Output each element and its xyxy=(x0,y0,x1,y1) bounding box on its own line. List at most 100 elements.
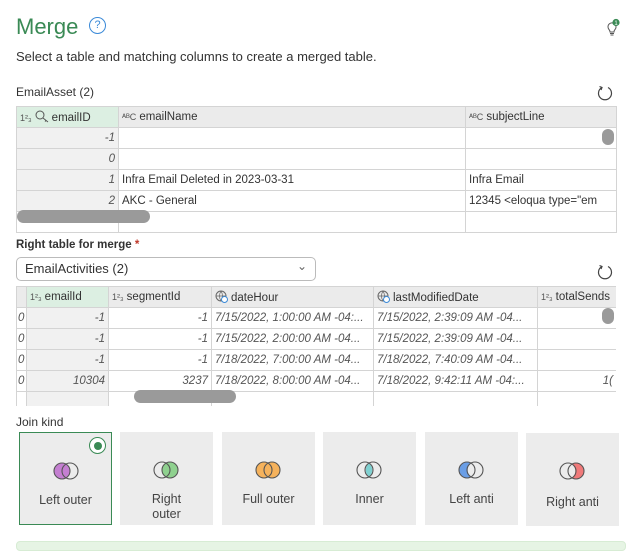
column-name: emailID xyxy=(51,112,91,124)
table-cell: -1 xyxy=(108,349,212,371)
table-row: 1 Infra Email Deleted in 2023-03-31 Infra … xyxy=(16,169,617,191)
right-table-preview: 1²₃ emailId 1²₃ segmentId dateHour lastModifi… xyxy=(16,286,616,406)
table-cell: 10304 xyxy=(26,370,109,392)
table-cell: 1 xyxy=(16,169,119,191)
table-cell: 7/15/2022, 2:39:09 AM -04... xyxy=(373,307,538,329)
column-header-emailID[interactable]: 1²₃ emailID xyxy=(16,106,119,128)
join-option-full-outer[interactable]: Full outer xyxy=(222,432,315,525)
table-cell: -1 xyxy=(108,307,212,329)
column-header-subjectLine[interactable]: ᴬᴮC subjectLine xyxy=(465,106,617,128)
help-icon[interactable]: ? xyxy=(89,17,106,34)
text-type-icon: ᴬᴮC xyxy=(469,112,484,122)
table-cell: 0 xyxy=(16,307,27,329)
row-header-cell xyxy=(16,286,27,308)
column-name: totalSends xyxy=(555,291,611,303)
table-cell: 7/15/2022, 2:00:00 AM -04... xyxy=(211,328,374,350)
join-option-left-outer[interactable]: Left outer xyxy=(19,432,112,525)
join-option-right-anti[interactable]: Right anti xyxy=(526,433,619,526)
table-cell: AKC - General xyxy=(118,190,466,212)
table-cell xyxy=(465,127,617,149)
table-cell xyxy=(537,391,616,406)
table-cell xyxy=(465,211,617,233)
number-type-icon: 1²₃ xyxy=(112,292,124,302)
table-cell: 0 xyxy=(16,349,27,371)
table-cell: 7/15/2022, 1:00:00 AM -04:... xyxy=(211,307,374,329)
right-table-viewport: 1²₃ emailId 1²₃ segmentId dateHour lastModifi… xyxy=(16,286,616,406)
table-row: 0 -1 -1 7/18/2022, 7:00:00 AM -04... 7/18/20… xyxy=(16,349,616,371)
column-header-totalSends[interactable]: 1²₃ totalSends xyxy=(537,286,616,308)
join-option-label: Inner xyxy=(355,492,384,506)
table-row: 0 xyxy=(16,148,617,170)
table-cell: 7/18/2022, 7:40:09 AM -04... xyxy=(373,349,538,371)
join-kind-label: Join kind xyxy=(16,415,64,429)
column-name: emailName xyxy=(139,111,198,123)
column-header-emailId[interactable]: 1²₃ emailId xyxy=(26,286,109,308)
table-cell xyxy=(373,391,538,406)
table-cell xyxy=(537,328,616,350)
join-option-inner[interactable]: Inner xyxy=(323,432,416,525)
table-cell: -1 xyxy=(16,127,119,149)
table-cell: -1 xyxy=(26,307,109,329)
column-name: lastModifiedDate xyxy=(393,292,479,304)
refresh-icon[interactable] xyxy=(596,263,614,281)
column-header-emailName[interactable]: ᴬᴮC emailName xyxy=(118,106,466,128)
column-name: emailId xyxy=(44,291,82,303)
right-table-dropdown[interactable]: EmailActivities (2) ⌄ xyxy=(16,257,316,281)
column-header-dateHour[interactable]: dateHour xyxy=(211,286,374,308)
table-cell xyxy=(537,349,616,371)
column-name: subjectLine xyxy=(486,111,545,123)
table-cell: 1( xyxy=(537,370,616,392)
horizontal-scrollbar[interactable] xyxy=(17,210,150,223)
table-cell: -1 xyxy=(108,328,212,350)
table-cell: 7/18/2022, 8:00:00 AM -04... xyxy=(211,370,374,392)
datetime-type-icon xyxy=(215,290,228,303)
join-option-label: Full outer xyxy=(242,492,295,506)
table-cell: 7/18/2022, 9:42:11 AM -04:... xyxy=(373,370,538,392)
radio-selected-icon xyxy=(89,437,106,454)
table-row: 0 -1 -1 7/15/2022, 2:00:00 AM -04... 7/15/20… xyxy=(16,328,616,350)
join-option-label: Left anti xyxy=(449,492,494,506)
column-header-segmentId[interactable]: 1²₃ segmentId xyxy=(108,286,212,308)
page-title: Merge xyxy=(16,14,79,39)
table-cell xyxy=(211,391,374,406)
join-option-label: Right outer xyxy=(151,492,182,521)
join-option-right-outer[interactable]: Right outer xyxy=(120,432,213,525)
table-row: 0 -1 -1 7/15/2022, 1:00:00 AM -04:... 7/15/2… xyxy=(16,307,616,329)
table-cell xyxy=(465,148,617,170)
lightbulb-icon[interactable]: 1 xyxy=(602,18,622,38)
join-option-left-anti[interactable]: Left anti xyxy=(425,432,518,525)
table-cell: 0 xyxy=(16,370,27,392)
table-cell: 2 xyxy=(16,190,119,212)
match-info-bar xyxy=(16,541,626,551)
table-row: 0 10304 3237 7/18/2022, 8:00:00 AM -04... 7/… xyxy=(16,370,616,392)
datetime-type-icon xyxy=(377,290,390,303)
column-name: segmentId xyxy=(126,291,181,303)
dropdown-value: EmailActivities (2) xyxy=(25,261,129,276)
table-cell: 3237 xyxy=(108,370,212,392)
number-type-icon: 1²₃ xyxy=(30,292,42,302)
join-option-label: Left outer xyxy=(39,493,92,507)
table-cell: 12345 <eloqua type="em xyxy=(465,190,617,212)
table-cell: -1 xyxy=(26,349,109,371)
table-row: 2 AKC - General 12345 <eloqua type="em xyxy=(16,190,617,212)
number-type-icon: 1²₃ xyxy=(541,292,553,302)
table-cell xyxy=(118,127,466,149)
subtitle: Select a table and matching columns to c… xyxy=(16,49,377,64)
table-cell xyxy=(26,391,109,406)
table-cell: Infra Email Deleted in 2023-03-31 xyxy=(118,169,466,191)
column-header-lastModifiedDate[interactable]: lastModifiedDate xyxy=(373,286,538,308)
table-cell: 0 xyxy=(16,148,119,170)
join-option-label: Right anti xyxy=(546,495,599,509)
table-row xyxy=(16,391,616,406)
right-table-label: Right table for merge * xyxy=(16,239,139,251)
vertical-scrollbar[interactable] xyxy=(602,129,614,145)
table-cell: Infra Email xyxy=(465,169,617,191)
table-cell: 7/18/2022, 7:00:00 AM -04... xyxy=(211,349,374,371)
horizontal-scrollbar[interactable] xyxy=(134,390,236,403)
refresh-icon[interactable] xyxy=(596,84,614,102)
right-table-label-text: Right table for merge xyxy=(16,239,132,251)
table-cell xyxy=(118,148,466,170)
table-cell: 0 xyxy=(16,328,27,350)
vertical-scrollbar[interactable] xyxy=(602,308,614,324)
table-row: -1 xyxy=(16,127,617,149)
